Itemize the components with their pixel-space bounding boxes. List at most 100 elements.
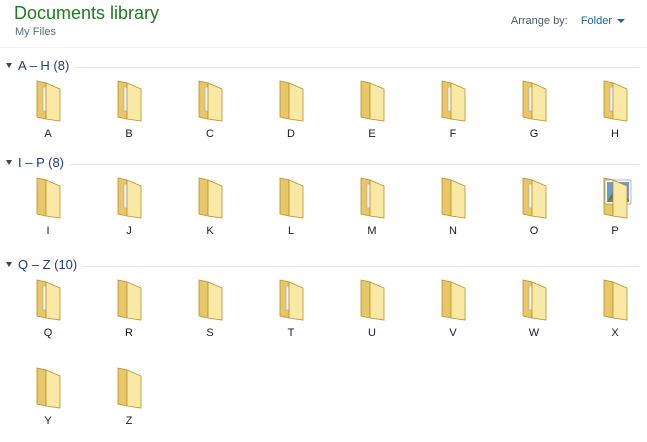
group-label: A – H (8) [18,58,70,73]
folder-item-e[interactable]: E [342,75,402,155]
file-group: Q – Z (10) Q R S T U V W X Y Z [0,257,647,427]
folder-label: B [125,128,133,140]
group-divider [75,67,639,68]
folder-icon [516,274,552,322]
folder-icon [111,75,147,123]
group-divider [83,266,639,267]
folder-label: U [368,327,376,339]
library-header: Documents library My Files Arrange by: F… [0,0,647,48]
library-title: Documents library [14,3,160,23]
folder-item-i[interactable]: I [18,172,78,252]
folder-label: K [206,225,214,237]
collapse-triangle-icon[interactable] [6,63,12,68]
folder-item-c[interactable]: C [180,75,240,155]
folder-item-v[interactable]: V [423,274,483,354]
group-divider [70,164,639,165]
folder-icon [30,274,66,322]
file-group: A – H (8) A B C D E F G H [0,58,647,140]
folder-icon [354,274,390,322]
folder-item-p[interactable]: P [585,172,645,252]
folder-item-n[interactable]: N [423,172,483,252]
folder-item-m[interactable]: M [342,172,402,252]
group-header[interactable]: Q – Z (10) [0,257,647,274]
folder-item-l[interactable]: L [261,172,321,252]
folder-icon [30,172,66,220]
folder-label: O [529,225,539,237]
folder-label: V [449,327,457,339]
folder-label: Z [125,415,133,427]
folder-label: I [46,225,50,237]
header-divider [0,47,647,48]
folder-label: N [449,225,457,237]
folder-item-o[interactable]: O [504,172,564,252]
folder-icon [435,75,471,123]
folder-item-f[interactable]: F [423,75,483,155]
folder-icon [192,172,228,220]
folder-item-x[interactable]: X [585,274,645,354]
folder-icon [516,172,552,220]
folder-label: F [449,128,457,140]
folder-label: A [44,128,52,140]
folder-item-h[interactable]: H [585,75,645,155]
group-header[interactable]: I – P (8) [0,155,647,172]
folder-label: C [206,128,214,140]
folder-item-y[interactable]: Y [18,362,78,442]
folder-label: R [125,327,133,339]
folder-icon [597,75,633,123]
folder-label: T [287,327,295,339]
folder-item-z[interactable]: Z [99,362,159,442]
folder-icon [192,274,228,322]
folder-icon [597,274,633,322]
group-label: I – P (8) [18,155,65,170]
folder-label: H [611,128,619,140]
group-header[interactable]: A – H (8) [0,58,647,75]
folder-label: Y [44,415,52,427]
folder-item-d[interactable]: D [261,75,321,155]
folder-item-r[interactable]: R [99,274,159,354]
arrange-by-value: Folder [580,15,612,27]
folder-icon [273,172,309,220]
collapse-triangle-icon[interactable] [6,262,12,267]
folder-label: W [528,327,540,339]
file-group: I – P (8) I J K L M N O P [0,155,647,237]
folder-label: S [206,327,214,339]
arrange-by-label: Arrange by: [510,15,568,27]
folder-icon [111,172,147,220]
folder-label: Q [43,327,53,339]
folder-icon [192,75,228,123]
folder-label: G [529,128,539,140]
folder-label: J [126,225,132,237]
folder-icon [516,75,552,123]
arrange-by-control: Arrange by: Folder [511,15,625,27]
chevron-down-icon [617,19,625,24]
folder-icon [435,172,471,220]
group-label: Q – Z (10) [18,257,78,272]
folder-icon [354,172,390,220]
folder-item-s[interactable]: S [180,274,240,354]
folder-item-q[interactable]: Q [18,274,78,354]
arrange-by-dropdown[interactable]: Folder [581,15,625,27]
folder-item-a[interactable]: A [18,75,78,155]
folder-item-j[interactable]: J [99,172,159,252]
folder-label: P [611,225,619,237]
collapse-triangle-icon[interactable] [6,160,12,165]
folder-item-g[interactable]: G [504,75,564,155]
folder-icon [30,75,66,123]
folder-label: M [367,225,377,237]
folder-item-w[interactable]: W [504,274,564,354]
folder-item-k[interactable]: K [180,172,240,252]
folder-icon [273,274,309,322]
folder-icon [273,75,309,123]
library-subtitle: My Files [15,26,56,38]
image-folder-icon [597,172,633,220]
folder-label: L [287,225,295,237]
folder-icon [111,362,147,410]
folder-icon [435,274,471,322]
folder-icon [30,362,66,410]
folder-icon [354,75,390,123]
folder-icon [111,274,147,322]
folder-label: E [368,128,376,140]
folder-item-b[interactable]: B [99,75,159,155]
folder-item-t[interactable]: T [261,274,321,354]
folder-item-u[interactable]: U [342,274,402,354]
